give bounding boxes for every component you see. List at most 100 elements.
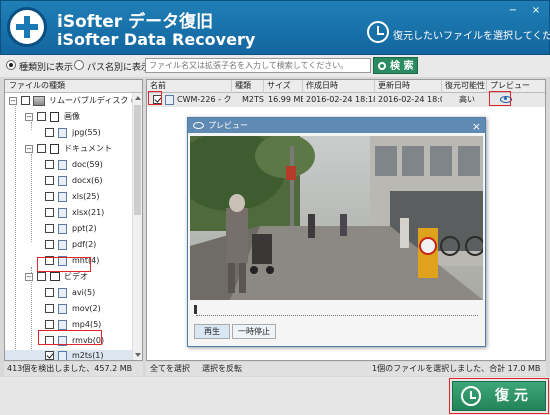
minimize-button[interactable]: − bbox=[506, 5, 520, 17]
column-type[interactable]: 種類 bbox=[232, 80, 264, 93]
highlight-recover-button bbox=[449, 378, 549, 414]
selection-summary: 1個のファイルを選択しました、合計 17.0 MB bbox=[372, 364, 541, 373]
column-size[interactable]: サイズ bbox=[264, 80, 303, 93]
close-window-button[interactable]: × bbox=[529, 5, 543, 17]
video-frame bbox=[190, 136, 483, 300]
search-button[interactable]: 検 索 bbox=[373, 57, 418, 74]
tree-item[interactable]: avi(5) bbox=[5, 287, 140, 299]
collapse-icon[interactable]: − bbox=[25, 113, 33, 121]
app-logo-icon bbox=[7, 7, 47, 47]
table-footer: 全てを選択 選択を反転 1個のファイルを選択しました、合計 17.0 MB bbox=[146, 362, 546, 376]
select-all-link[interactable]: 全てを選択 bbox=[150, 362, 190, 376]
view-by-type-radio[interactable] bbox=[6, 60, 16, 70]
tree-checkbox[interactable] bbox=[45, 320, 54, 329]
m2ts-file-icon bbox=[58, 351, 67, 360]
highlight-row-checkbox bbox=[148, 91, 162, 105]
tree-checkbox[interactable] bbox=[45, 192, 54, 201]
highlight-video-group bbox=[37, 257, 91, 272]
view-by-path-radio[interactable] bbox=[74, 60, 84, 70]
search-input[interactable] bbox=[145, 58, 371, 73]
scroll-down-icon[interactable] bbox=[135, 353, 141, 357]
scroll-up-icon[interactable] bbox=[135, 96, 141, 100]
tree-item-selected[interactable]: m2ts(1) bbox=[5, 350, 140, 360]
tree-label: リムーバブルディスク (G bbox=[49, 96, 141, 105]
view-by-type-label[interactable]: 種類別に表示 bbox=[19, 60, 73, 73]
collapse-icon[interactable]: − bbox=[25, 145, 33, 153]
cell-name: CWM-226 - ク... bbox=[177, 95, 232, 104]
title-bar: iSofter データ復旧 iSofter Data Recovery − × … bbox=[0, 0, 550, 55]
play-button[interactable]: 再生 bbox=[194, 324, 230, 339]
detected-status: 413個を検出しました、457.2 MB bbox=[4, 362, 143, 376]
tree-checkbox[interactable] bbox=[45, 288, 54, 297]
tree-checkbox[interactable] bbox=[37, 112, 46, 121]
cell-recoverability: 高い bbox=[459, 95, 475, 104]
tree-checkbox[interactable] bbox=[45, 224, 54, 233]
tree-label: ppt(2) bbox=[72, 224, 97, 233]
tree-group-image[interactable]: − 画像 bbox=[5, 111, 140, 123]
tree-group-video[interactable]: − ビデオ bbox=[5, 271, 140, 283]
docx-file-icon bbox=[58, 176, 67, 186]
document-folder-icon bbox=[50, 144, 59, 154]
tree-label: 画像 bbox=[64, 112, 80, 121]
tree-item[interactable]: jpg(55) bbox=[5, 127, 140, 139]
collapse-icon[interactable]: − bbox=[25, 273, 33, 281]
tree-checkbox[interactable] bbox=[37, 144, 46, 153]
file-type-tree: ファイルの種類 − リムーバブルディスク (G − 画像 jpg(55) − ド… bbox=[4, 79, 143, 361]
video-film-icon bbox=[50, 272, 60, 281]
tree-label: avi(5) bbox=[72, 288, 96, 297]
image-folder-icon bbox=[50, 112, 59, 122]
pdf-file-icon bbox=[58, 240, 67, 250]
cell-modified: 2016-02-24 18:00:40 bbox=[378, 95, 442, 104]
cell-size: 16.99 MB bbox=[268, 95, 303, 104]
table-header: 名前 種類 サイズ 作成日時 更新日時 復元可能性 プレビュー bbox=[147, 80, 545, 93]
tree-item[interactable]: ppt(2) bbox=[5, 223, 140, 235]
tree-checkbox[interactable] bbox=[21, 96, 30, 105]
m2ts-file-icon bbox=[165, 95, 174, 105]
search-button-label: 検 索 bbox=[390, 61, 414, 72]
tree-scrollbar[interactable] bbox=[132, 93, 142, 360]
seek-bar[interactable] bbox=[196, 312, 478, 316]
preview-dialog-title: プレビュー bbox=[208, 121, 248, 130]
ppt-file-icon bbox=[58, 224, 67, 234]
tree-item[interactable]: xls(25) bbox=[5, 191, 140, 203]
highlight-preview-icon bbox=[489, 91, 511, 106]
tree-item[interactable]: docx(6) bbox=[5, 175, 140, 187]
tree-item[interactable]: mov(2) bbox=[5, 303, 140, 315]
preview-dialog: プレビュー × 再生 一時停止 bbox=[187, 117, 486, 347]
collapse-icon[interactable]: − bbox=[9, 97, 17, 105]
invert-selection-link[interactable]: 選択を反転 bbox=[202, 362, 242, 376]
view-by-path-label[interactable]: パス名別に表示 bbox=[87, 60, 150, 73]
tree-label: mov(2) bbox=[72, 304, 101, 313]
tree-label: jpg(55) bbox=[72, 128, 101, 137]
tree-checkbox[interactable] bbox=[45, 304, 54, 313]
tree-checkbox[interactable] bbox=[45, 240, 54, 249]
column-recoverability[interactable]: 復元可能性 bbox=[442, 80, 487, 93]
pause-button[interactable]: 一時停止 bbox=[232, 324, 276, 339]
scroll-thumb[interactable] bbox=[134, 105, 141, 215]
restore-clock-icon bbox=[367, 21, 389, 43]
tree-checkbox[interactable] bbox=[45, 160, 54, 169]
tree-group-document[interactable]: − ドキュメント bbox=[5, 143, 140, 155]
highlight-m2ts-item bbox=[38, 330, 102, 345]
close-preview-button[interactable]: × bbox=[472, 119, 481, 134]
tree-item[interactable]: doc(59) bbox=[5, 159, 140, 171]
column-modified[interactable]: 更新日時 bbox=[375, 80, 442, 93]
cell-type: M2TS bbox=[242, 95, 264, 104]
tree-checkbox[interactable] bbox=[45, 128, 54, 137]
tree-root-drive[interactable]: − リムーバブルディスク (G bbox=[5, 95, 140, 107]
tree-checkbox[interactable] bbox=[45, 351, 54, 360]
doc-file-icon bbox=[58, 160, 67, 170]
table-row[interactable]: CWM-226 - ク... M2TS 16.99 MB 2016-02-24 … bbox=[147, 93, 545, 107]
mp4-file-icon bbox=[58, 320, 67, 330]
tree-label: m2ts(1) bbox=[72, 351, 104, 360]
tree-checkbox[interactable] bbox=[45, 208, 54, 217]
tree-item[interactable]: xlsx(21) bbox=[5, 207, 140, 219]
tree-checkbox[interactable] bbox=[45, 176, 54, 185]
app-title-jp: iSofter データ復旧 bbox=[57, 12, 214, 32]
tree-checkbox[interactable] bbox=[37, 272, 46, 281]
preview-dialog-titlebar: プレビュー × bbox=[188, 118, 485, 133]
tree-item[interactable]: pdf(2) bbox=[5, 239, 140, 251]
tree-label: docx(6) bbox=[72, 176, 103, 185]
tree-label: xls(25) bbox=[72, 192, 100, 201]
column-created[interactable]: 作成日時 bbox=[303, 80, 375, 93]
